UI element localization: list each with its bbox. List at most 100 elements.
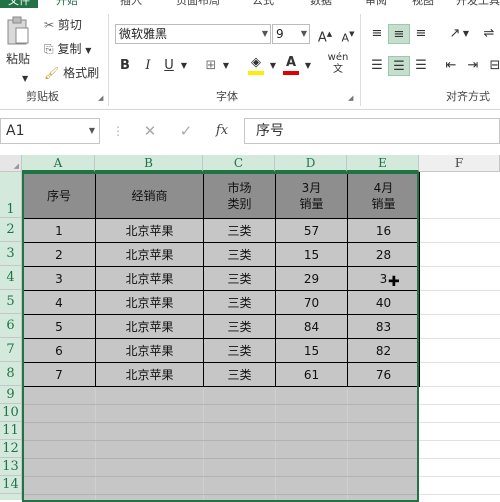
column-header-b[interactable]: B bbox=[95, 155, 203, 172]
dialog-launcher-icon[interactable]: ◢ bbox=[348, 94, 353, 102]
phonetic-char: 文 bbox=[333, 64, 343, 75]
underline-button[interactable]: U bbox=[158, 56, 180, 76]
tab-file[interactable]: 文件 bbox=[0, 0, 38, 8]
gridline bbox=[419, 422, 500, 423]
align-left-icon[interactable]: ☰ bbox=[366, 56, 388, 76]
dialog-launcher-icon[interactable]: ◢ bbox=[98, 94, 103, 102]
column-header-c[interactable]: C bbox=[203, 155, 275, 172]
format-painter-label: 格式刷 bbox=[63, 66, 100, 80]
tab-page-layout[interactable]: 页面布局 bbox=[176, 0, 220, 8]
align-right-icon[interactable]: ☰ bbox=[410, 56, 432, 76]
row-header-1[interactable]: 1 bbox=[0, 172, 22, 218]
bold-button[interactable]: B bbox=[114, 56, 136, 76]
row-header-15[interactable] bbox=[0, 494, 22, 500]
gridline bbox=[419, 404, 500, 405]
increase-font-size-icon[interactable]: A▲ bbox=[314, 24, 336, 45]
name-box[interactable]: A1 ▼ bbox=[0, 118, 100, 144]
align-middle-icon[interactable]: ≡ bbox=[388, 24, 410, 44]
row-header-9[interactable]: 9 bbox=[0, 386, 22, 404]
tab-formulas[interactable]: 公式 bbox=[252, 0, 274, 8]
chevron-down-icon[interactable]: ▼ bbox=[85, 46, 91, 55]
row-header-13[interactable]: 13 bbox=[0, 458, 22, 476]
chevron-down-icon[interactable]: ▼ bbox=[302, 56, 314, 76]
column-header-e[interactable]: E bbox=[347, 155, 419, 172]
chevron-down-icon[interactable]: ▼ bbox=[89, 119, 95, 143]
row-header-4[interactable]: 4 bbox=[0, 266, 22, 290]
column-header-bar: A B C D E F bbox=[22, 155, 500, 172]
chevron-down-icon[interactable]: ▼ bbox=[262, 25, 268, 43]
row-header-6[interactable]: 6 bbox=[0, 314, 22, 338]
gridline bbox=[419, 386, 500, 387]
chevron-down-icon[interactable]: ▼ bbox=[220, 56, 232, 76]
format-painter-button[interactable]: 🖌 格式刷 bbox=[44, 64, 99, 82]
copy-button[interactable]: ⎘ 复制 ▼ bbox=[44, 40, 91, 60]
row-header-14[interactable]: 14 bbox=[0, 476, 22, 494]
align-top-icon[interactable]: ≡ bbox=[366, 24, 388, 44]
tab-insert[interactable]: 插入 bbox=[120, 0, 142, 8]
merge-center-icon[interactable]: ⊟ bbox=[484, 56, 500, 76]
row-header-2[interactable]: 2 bbox=[0, 218, 22, 242]
copy-label: 复制 bbox=[57, 42, 82, 56]
align-bottom-icon[interactable]: ≡ bbox=[410, 24, 432, 44]
chevron-down-icon[interactable]: ▼ bbox=[267, 56, 279, 76]
gridline bbox=[419, 476, 500, 477]
cancel-icon[interactable]: ✕ bbox=[136, 118, 164, 144]
column-header-d[interactable]: D bbox=[275, 155, 347, 172]
cut-button[interactable]: ✂ 剪切 bbox=[44, 16, 82, 34]
tab-review[interactable]: 审阅 bbox=[365, 0, 387, 8]
clipboard-group-label: 剪贴板 bbox=[26, 90, 59, 103]
font-color-icon[interactable]: A bbox=[280, 56, 302, 76]
row-header-8[interactable]: 8 bbox=[0, 362, 22, 386]
row-header-7[interactable]: 7 bbox=[0, 338, 22, 362]
tab-data[interactable]: 数据 bbox=[310, 0, 332, 8]
cut-label: 剪切 bbox=[57, 18, 82, 32]
column-f-cells[interactable] bbox=[419, 172, 500, 500]
fill-color-icon[interactable]: ◈ bbox=[245, 56, 267, 76]
increase-indent-icon[interactable]: ⇥ bbox=[462, 56, 484, 76]
alignment-group-label: 对齐方式 bbox=[446, 90, 490, 103]
enter-icon[interactable]: ✓ bbox=[172, 118, 200, 144]
gridline bbox=[419, 242, 500, 243]
row-header-5[interactable]: 5 bbox=[0, 290, 22, 314]
row-header-11[interactable]: 11 bbox=[0, 422, 22, 440]
phonetic-guide-icon[interactable]: wén 文 bbox=[325, 52, 351, 80]
insert-function-button[interactable]: fx bbox=[208, 118, 236, 144]
gridline bbox=[419, 440, 500, 441]
wrap-text-icon[interactable]: ⇌ bbox=[478, 24, 500, 44]
font-size-combo[interactable]: 9 ▼ bbox=[272, 24, 310, 44]
select-all-corner[interactable]: ◢ bbox=[0, 155, 22, 172]
row-header-3[interactable]: 3 bbox=[0, 242, 22, 266]
font-name-combo[interactable]: 微软雅黑 ▼ bbox=[115, 24, 271, 44]
paste-button[interactable] bbox=[6, 16, 32, 46]
ribbon: 粘贴 ▼ ✂ 剪切 ⎘ 复制 ▼ 🖌 格式刷 剪贴板 ◢ 微软雅黑 ▼ 9 ▼ … bbox=[0, 8, 500, 110]
gridline bbox=[419, 290, 500, 291]
italic-button[interactable]: I bbox=[137, 56, 159, 76]
borders-icon[interactable]: ⊞ bbox=[200, 56, 222, 76]
chevron-down-icon[interactable]: ▼ bbox=[178, 56, 190, 76]
column-header-a[interactable]: A bbox=[22, 155, 95, 172]
tab-developer[interactable]: 开发工具 bbox=[456, 0, 500, 8]
group-divider bbox=[108, 14, 109, 106]
chevron-down-icon[interactable]: ▼ bbox=[301, 25, 307, 43]
gridline bbox=[419, 458, 500, 459]
decrease-indent-icon[interactable]: ⇤ bbox=[440, 56, 462, 76]
formula-input[interactable]: 序号 bbox=[244, 118, 500, 144]
column-header-f[interactable]: F bbox=[419, 155, 500, 172]
decrease-font-size-icon[interactable]: A▼ bbox=[337, 24, 359, 44]
scissors-icon: ✂ bbox=[44, 18, 55, 32]
gridline bbox=[419, 494, 500, 495]
align-center-icon[interactable]: ☰ bbox=[388, 56, 410, 76]
gridline bbox=[419, 218, 500, 219]
tab-view[interactable]: 视图 bbox=[412, 0, 434, 8]
cell-cursor-icon: ✚ bbox=[388, 274, 400, 290]
chevron-down-icon[interactable]: ▼ bbox=[22, 70, 28, 88]
name-box-value: A1 bbox=[6, 123, 25, 139]
row-header-10[interactable]: 10 bbox=[0, 404, 22, 422]
gridline bbox=[419, 338, 500, 339]
paste-label[interactable]: 粘贴 bbox=[6, 50, 30, 68]
row-header-12[interactable]: 12 bbox=[0, 440, 22, 458]
chevron-down-icon[interactable]: ▼ bbox=[460, 24, 472, 44]
gridline bbox=[419, 314, 500, 315]
tab-home[interactable]: 开始 bbox=[56, 0, 78, 8]
group-divider bbox=[360, 14, 361, 106]
